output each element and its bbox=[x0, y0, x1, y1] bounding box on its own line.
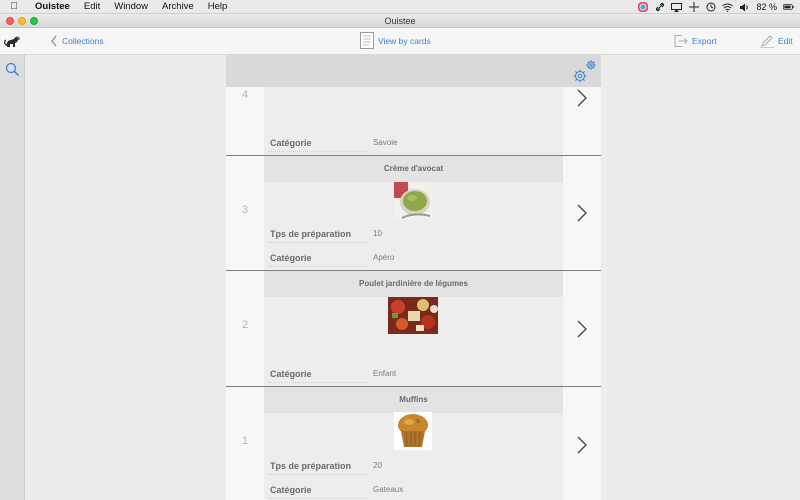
view-by-cards-label: View by cards bbox=[378, 36, 431, 46]
field-value: 10 bbox=[373, 229, 382, 238]
list-item[interactable]: 2 Poulet jardinière de légumes Catégorie bbox=[226, 271, 601, 387]
menu-app-name[interactable]: Ouistee bbox=[28, 0, 77, 14]
view-by-cards-button[interactable]: View by cards bbox=[360, 28, 431, 55]
link-icon[interactable] bbox=[654, 2, 665, 12]
menu-archive[interactable]: Archive bbox=[155, 0, 201, 14]
time-machine-icon[interactable] bbox=[705, 2, 716, 12]
left-background bbox=[26, 55, 226, 500]
chevron-right-icon[interactable] bbox=[576, 203, 588, 228]
menu-window[interactable]: Window bbox=[107, 0, 155, 14]
list-item[interactable]: 4 Catégorie Savoie bbox=[226, 87, 601, 156]
field-value: Savoie bbox=[373, 138, 398, 147]
export-button[interactable]: Export bbox=[674, 28, 717, 55]
row-content: Muffins Tps de préparation 20 Catégorie bbox=[264, 387, 563, 500]
menu-bar:  Ouistee Edit Window Archive Help 82 % bbox=[0, 0, 800, 14]
color-wheel-icon[interactable] bbox=[637, 2, 648, 12]
edit-label: Edit bbox=[778, 36, 793, 46]
list-item[interactable]: 3 Crème d'avocat Tps de préparation 10 C… bbox=[226, 156, 601, 271]
field-label: Catégorie bbox=[270, 253, 312, 263]
toolbar: Collections View by cards Export Edit bbox=[0, 28, 800, 55]
field-label: Catégorie bbox=[270, 138, 312, 148]
row-content: Crème d'avocat Tps de préparation 10 Cat… bbox=[264, 156, 563, 270]
export-label: Export bbox=[692, 36, 717, 46]
field-value: 20 bbox=[373, 461, 382, 470]
battery-percent[interactable]: 82 % bbox=[756, 2, 777, 12]
row-index: 2 bbox=[241, 319, 249, 331]
edit-button[interactable]: Edit bbox=[760, 28, 793, 55]
battery-icon[interactable] bbox=[783, 2, 794, 12]
list-header bbox=[226, 55, 601, 87]
field-category: Catégorie Enfant bbox=[264, 364, 563, 384]
field-prep-time: Tps de préparation 20 bbox=[264, 456, 563, 476]
chevron-left-icon bbox=[50, 35, 58, 49]
records-list: 4 Catégorie Savoie 3 Crème d'avocat Tps … bbox=[226, 55, 601, 500]
row-index: 3 bbox=[241, 204, 249, 216]
search-icon[interactable] bbox=[5, 62, 20, 82]
field-category: Catégorie Apéro bbox=[264, 248, 563, 268]
volume-icon[interactable] bbox=[739, 2, 750, 12]
back-to-collections-button[interactable]: Collections bbox=[50, 28, 104, 55]
chicken-vegetables-photo bbox=[388, 297, 438, 334]
chevron-right-icon[interactable] bbox=[576, 435, 588, 460]
field-category: Catégorie Gateaux bbox=[264, 480, 563, 500]
window-title-bar: Ouistee bbox=[0, 14, 800, 28]
field-label: Tps de préparation bbox=[270, 229, 352, 239]
pencil-icon bbox=[760, 34, 774, 50]
menu-edit[interactable]: Edit bbox=[77, 0, 107, 14]
row-content: Catégorie Savoie bbox=[264, 87, 563, 155]
status-area: 82 % bbox=[637, 0, 794, 14]
back-button-label: Collections bbox=[62, 36, 104, 46]
field-category: Catégorie Savoie bbox=[264, 133, 563, 153]
field-value: Enfant bbox=[373, 369, 397, 378]
menu-help[interactable]: Help bbox=[201, 0, 235, 14]
field-value: Gateaux bbox=[373, 485, 404, 494]
muffin-photo bbox=[394, 412, 432, 450]
monkey-logo-icon bbox=[4, 33, 22, 49]
row-index: 1 bbox=[241, 435, 249, 447]
field-value: Apéro bbox=[373, 253, 395, 262]
row-index: 4 bbox=[241, 89, 249, 101]
left-sidebar bbox=[0, 55, 25, 500]
record-title: Crème d'avocat bbox=[264, 156, 563, 182]
document-icon bbox=[360, 32, 374, 51]
record-title: Poulet jardinière de légumes bbox=[264, 271, 563, 297]
list-item[interactable]: 1 Muffins Tps de préparation 20 Catégori… bbox=[226, 387, 601, 500]
row-content: Poulet jardinière de légumes Catégorie E… bbox=[264, 271, 563, 386]
avocado-cream-photo bbox=[394, 182, 432, 220]
record-title: Muffins bbox=[264, 387, 563, 413]
export-icon bbox=[674, 34, 688, 49]
chevron-right-icon[interactable] bbox=[576, 319, 588, 344]
field-label: Catégorie bbox=[270, 369, 312, 379]
chevron-right-icon[interactable] bbox=[576, 88, 588, 113]
right-background bbox=[601, 55, 800, 500]
airplay-icon[interactable] bbox=[671, 2, 683, 12]
field-prep-time: Tps de préparation 10 bbox=[264, 224, 563, 244]
field-label: Tps de préparation bbox=[270, 461, 352, 471]
window-title: Ouistee bbox=[384, 16, 416, 26]
arrows-icon[interactable] bbox=[688, 2, 699, 12]
wifi-icon[interactable] bbox=[722, 2, 734, 12]
apple-menu-icon[interactable]:  bbox=[0, 1, 28, 12]
field-label: Catégorie bbox=[270, 485, 312, 495]
